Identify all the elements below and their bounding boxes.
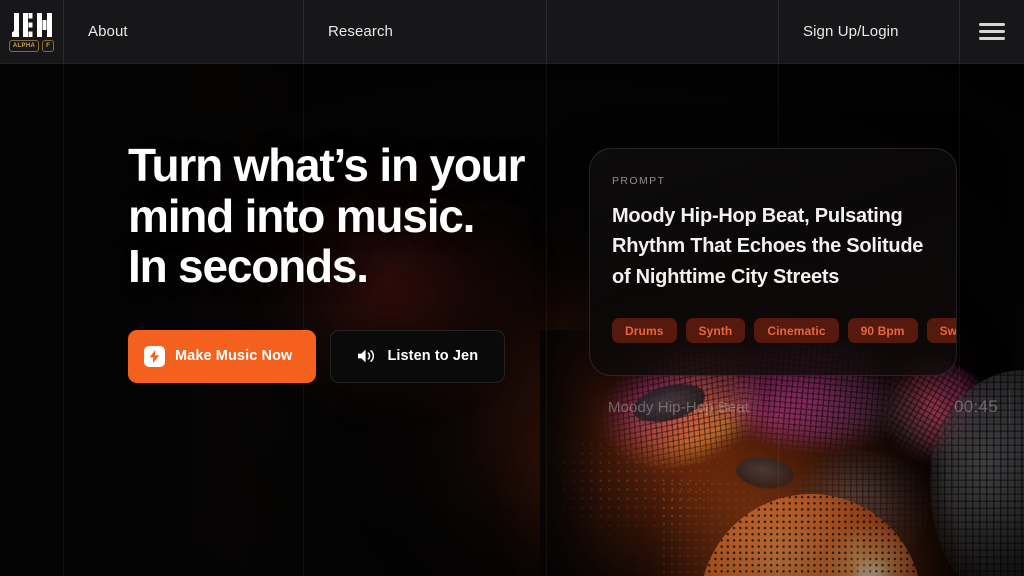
make-music-now-button[interactable]: Make Music Now	[128, 329, 317, 383]
listen-to-jen-label: Listen to Jen	[387, 348, 479, 365]
grid-line-3	[546, 0, 547, 576]
make-music-now-label: Make Music Now	[175, 348, 293, 365]
prompt-text: Moody Hip-Hop Beat, Pulsating Rhythm Tha…	[612, 205, 924, 288]
nav-link-signup-login[interactable]: Sign Up/Login	[779, 23, 899, 40]
player-timestamp: 00:45	[953, 397, 998, 416]
nav-spacer-cell	[547, 0, 779, 63]
hero-section: Turn what’s in your mind into music. In …	[128, 139, 526, 383]
prompt-card[interactable]: PROMPT Moody Hip-Hop Beat, Pulsating Rhy…	[589, 148, 957, 376]
badge-f: F	[42, 40, 55, 52]
hamburger-menu-icon[interactable]	[979, 23, 1005, 40]
nav-link-research[interactable]: Research	[304, 23, 393, 40]
headline-line-3: In seconds.	[128, 240, 369, 293]
tag-swing[interactable]: Swing	[926, 318, 956, 343]
sidebar-item-research[interactable]: Research	[304, 0, 547, 63]
tag-synth[interactable]: Synth	[685, 318, 746, 343]
page-title: Turn what’s in your mind into music. In …	[128, 139, 526, 293]
background-player-strip: Moody Hip-Hop Beat 00:45	[560, 382, 1024, 432]
headline-line-2: mind into music.	[128, 189, 475, 242]
headline-line-1: Turn what’s in your	[128, 139, 526, 191]
tag-drums[interactable]: Drums	[612, 318, 677, 343]
jen-logo-wordmark	[11, 11, 53, 37]
logo-home-link[interactable]: ALPHA F	[0, 0, 64, 63]
speaker-volume-icon	[357, 348, 377, 364]
grid-line-1	[63, 0, 64, 576]
lightning-bolt-icon	[144, 345, 165, 367]
tag-cinematic[interactable]: Cinematic	[754, 318, 839, 343]
player-divider	[1009, 388, 1010, 424]
top-navigation-bar: ALPHA F About Research Sign Up/Login	[0, 0, 1024, 64]
prompt-label: PROMPT	[612, 175, 666, 187]
badge-alpha: ALPHA	[8, 40, 40, 52]
menu-button[interactable]	[960, 0, 1024, 63]
listen-to-jen-button[interactable]: Listen to Jen	[330, 329, 506, 383]
logo-badges: ALPHA F	[8, 40, 55, 52]
tag-bpm[interactable]: 90 Bpm	[847, 318, 918, 343]
grid-line-5	[959, 0, 960, 576]
sidebar-item-signup-login[interactable]: Sign Up/Login	[779, 0, 960, 63]
page-root: Moody Hip-Hop Beat 00:45 ALPHA F About R…	[0, 0, 1024, 576]
player-track-title: Moody Hip-Hop Beat	[608, 398, 750, 416]
nav-link-about[interactable]: About	[64, 23, 128, 40]
prompt-tag-row: Drums Synth Cinematic 90 Bpm Swing Bass	[612, 318, 956, 343]
cta-button-row: Make Music Now Listen to Jen	[128, 329, 524, 383]
sidebar-item-about[interactable]: About	[64, 0, 304, 63]
